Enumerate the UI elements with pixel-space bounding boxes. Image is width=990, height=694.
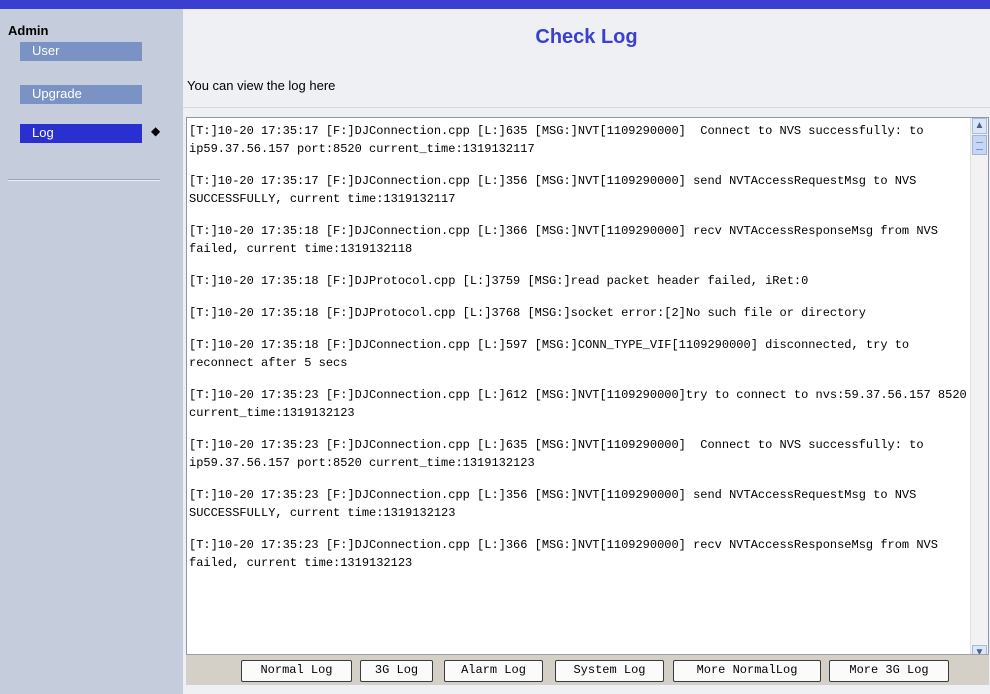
- subtitle-divider: [183, 107, 990, 108]
- sidebar-item-upgrade[interactable]: Upgrade: [20, 85, 142, 104]
- system-log-button[interactable]: System Log: [555, 660, 664, 682]
- log-entry: [T:]10-20 17:35:23 [F:]DJConnection.cpp …: [189, 438, 931, 470]
- 3g-log-button[interactable]: 3G Log: [360, 660, 433, 682]
- vertical-scrollbar[interactable]: ▲ ▼: [970, 118, 988, 661]
- top-accent-bar: [0, 0, 990, 9]
- log-entry: [T:]10-20 17:35:17 [F:]DJConnection.cpp …: [189, 174, 924, 206]
- normal-log-button[interactable]: Normal Log: [241, 660, 352, 682]
- diamond-icon: ◆: [151, 124, 161, 138]
- main-content: Check Log You can view the log here [T:]…: [183, 9, 990, 694]
- page-title: Check Log: [535, 26, 638, 48]
- log-entry: [T:]10-20 17:35:18 [F:]DJConnection.cpp …: [189, 338, 917, 370]
- sidebar: Admin User Upgrade Log ◆: [0, 9, 183, 694]
- log-entries: [T:]10-20 17:35:17 [F:]DJConnection.cpp …: [189, 122, 969, 586]
- scrollbar-thumb[interactable]: [972, 135, 987, 155]
- sidebar-item-user[interactable]: User: [20, 42, 142, 61]
- scroll-up-arrow-icon[interactable]: ▲: [972, 118, 987, 134]
- sidebar-item-log[interactable]: Log: [20, 124, 142, 143]
- alarm-log-button[interactable]: Alarm Log: [444, 660, 543, 682]
- sidebar-title: Admin: [8, 23, 49, 38]
- log-button-bar: Normal Log 3G Log Alarm Log System Log M…: [186, 654, 989, 685]
- log-entry: [T:]10-20 17:35:23 [F:]DJConnection.cpp …: [189, 388, 967, 420]
- page-subtitle: You can view the log here: [187, 78, 336, 93]
- log-entry: [T:]10-20 17:35:18 [F:]DJProtocol.cpp [L…: [189, 274, 809, 288]
- more-3g-log-button[interactable]: More 3G Log: [829, 660, 949, 682]
- sidebar-divider: [8, 179, 160, 181]
- log-entry: [T:]10-20 17:35:23 [F:]DJConnection.cpp …: [189, 488, 924, 520]
- log-entry: [T:]10-20 17:35:17 [F:]DJConnection.cpp …: [189, 124, 931, 156]
- log-entry: [T:]10-20 17:35:23 [F:]DJConnection.cpp …: [189, 538, 946, 570]
- more-normal-log-button[interactable]: More NormalLog: [673, 660, 821, 682]
- log-entry: [T:]10-20 17:35:18 [F:]DJConnection.cpp …: [189, 224, 946, 256]
- log-textarea[interactable]: [T:]10-20 17:35:17 [F:]DJConnection.cpp …: [186, 117, 989, 662]
- log-entry: [T:]10-20 17:35:18 [F:]DJProtocol.cpp [L…: [189, 306, 866, 320]
